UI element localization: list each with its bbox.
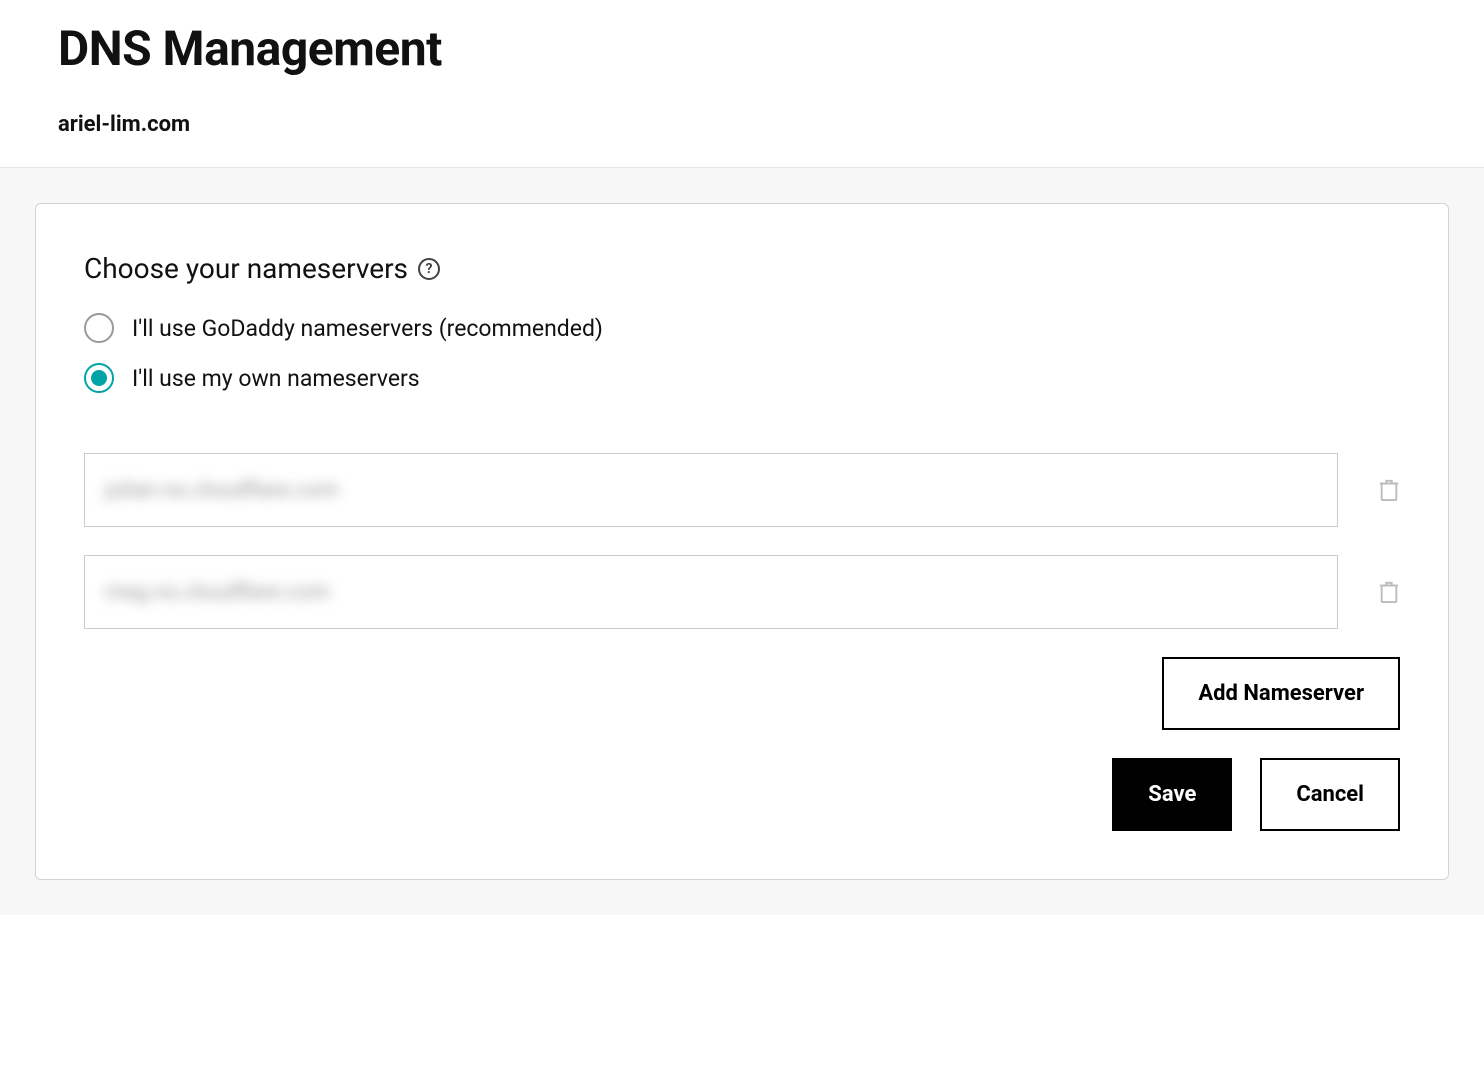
nameservers-card: Choose your nameservers ? I'll use GoDad… bbox=[35, 203, 1449, 880]
nameserver-row: meg.ns.cloudflare.com bbox=[84, 555, 1400, 629]
content-area: Choose your nameservers ? I'll use GoDad… bbox=[0, 168, 1484, 915]
radio-circle-icon bbox=[84, 313, 114, 343]
radio-label: I'll use my own nameservers bbox=[132, 365, 420, 392]
nameserver-input-1[interactable]: julian.ns.cloudflare.com bbox=[84, 453, 1338, 527]
radio-circle-selected-icon bbox=[84, 363, 114, 393]
cancel-button[interactable]: Cancel bbox=[1260, 758, 1400, 831]
domain-name: ariel-lim.com bbox=[58, 112, 1426, 137]
action-button-row: Save Cancel bbox=[84, 758, 1400, 831]
nameserver-row: julian.ns.cloudflare.com bbox=[84, 453, 1400, 527]
section-title-row: Choose your nameservers ? bbox=[84, 252, 1400, 285]
page-header: DNS Management ariel-lim.com bbox=[0, 0, 1484, 168]
radio-option-godaddy[interactable]: I'll use GoDaddy nameservers (recommende… bbox=[84, 313, 1400, 343]
radio-dot-icon bbox=[91, 370, 107, 386]
help-icon[interactable]: ? bbox=[418, 258, 440, 280]
section-title: Choose your nameservers bbox=[84, 252, 408, 285]
nameserver-radio-group: I'll use GoDaddy nameservers (recommende… bbox=[84, 313, 1400, 393]
trash-icon[interactable] bbox=[1378, 477, 1400, 503]
trash-icon[interactable] bbox=[1378, 579, 1400, 605]
add-button-row: Add Nameserver bbox=[84, 657, 1400, 730]
add-nameserver-button[interactable]: Add Nameserver bbox=[1162, 657, 1400, 730]
radio-option-own[interactable]: I'll use my own nameservers bbox=[84, 363, 1400, 393]
nameserver-input-2[interactable]: meg.ns.cloudflare.com bbox=[84, 555, 1338, 629]
save-button[interactable]: Save bbox=[1112, 758, 1232, 831]
page-title: DNS Management bbox=[58, 20, 1426, 77]
radio-label: I'll use GoDaddy nameservers (recommende… bbox=[132, 315, 603, 342]
